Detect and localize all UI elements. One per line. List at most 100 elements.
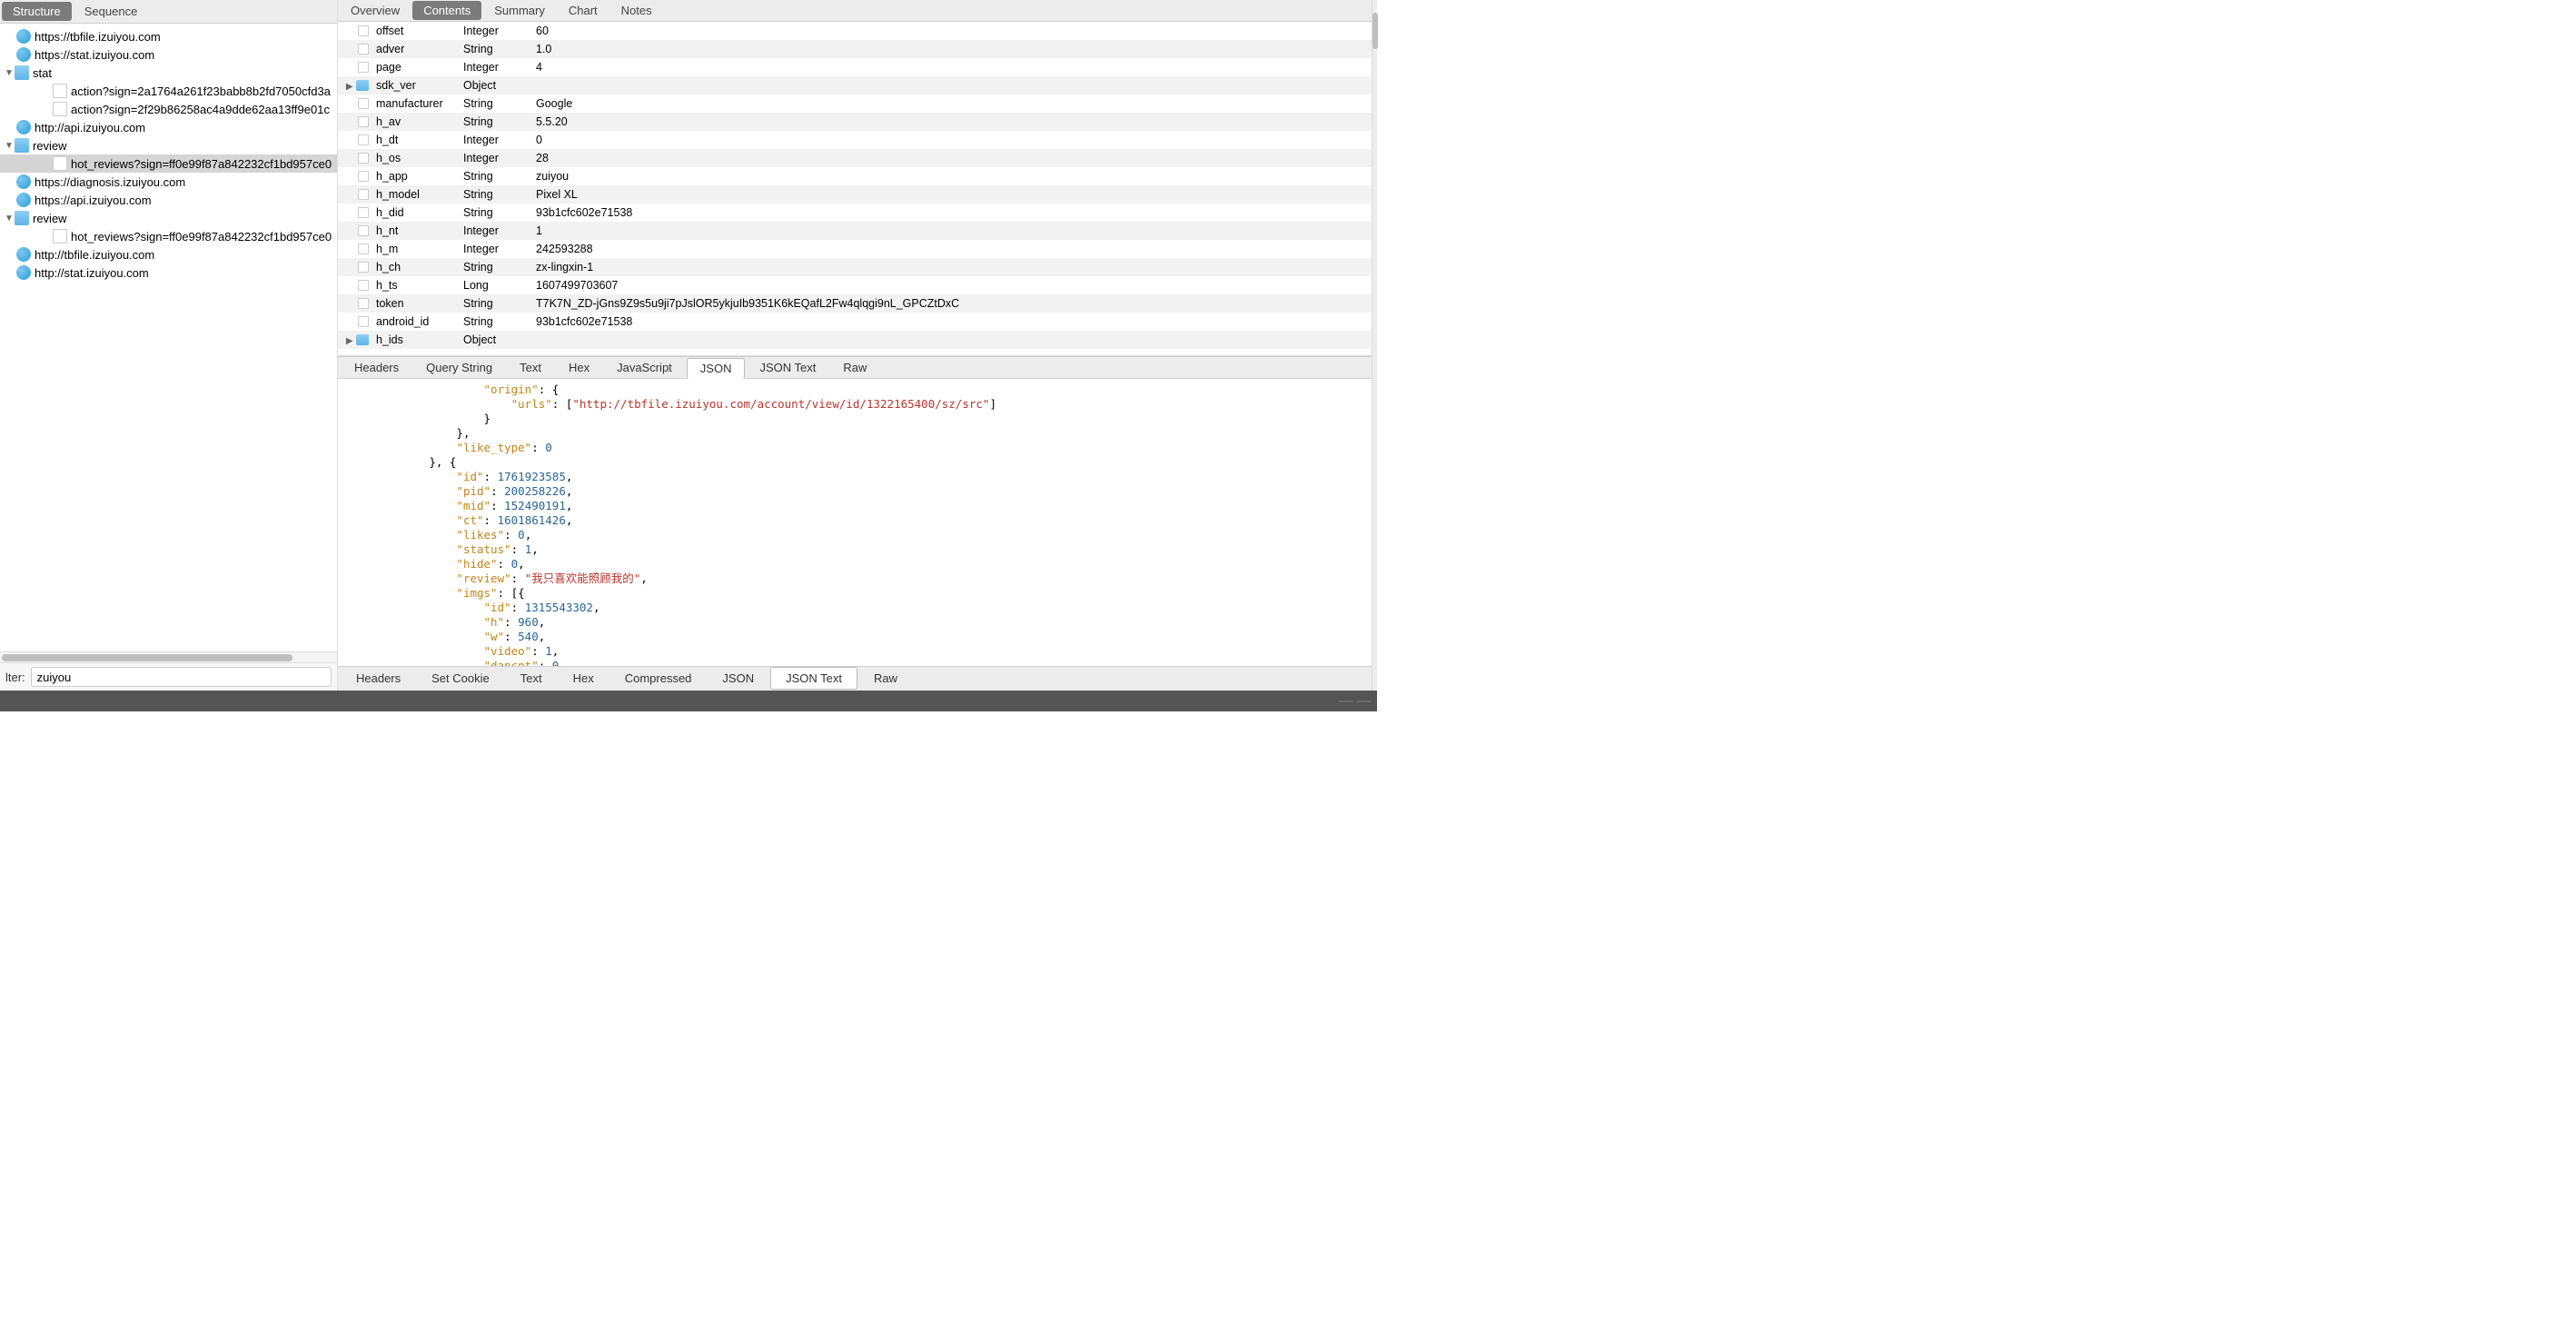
tree-row[interactable]: http://stat.izuiyou.com (0, 263, 337, 282)
resp-tab-json-text[interactable]: JSON Text (770, 667, 857, 690)
prop-value: 5.5.20 (530, 113, 1372, 131)
table-row[interactable]: offsetInteger60 (338, 22, 1372, 40)
file-icon (53, 229, 67, 244)
prop-type: String (458, 113, 530, 131)
folder-icon (15, 138, 29, 153)
globe-icon (16, 247, 31, 262)
table-row[interactable]: pageInteger4 (338, 58, 1372, 76)
tree-label: https://stat.izuiyou.com (35, 48, 154, 62)
sidebar-tab-sequence[interactable]: Sequence (74, 2, 149, 21)
tree-row[interactable]: action?sign=2a1764a261f23babb8b2fd7050cf… (0, 82, 337, 100)
tree-row[interactable]: https://api.izuiyou.com (0, 191, 337, 209)
resp-tab-json[interactable]: JSON (708, 668, 768, 689)
chevron-down-icon[interactable]: ▼ (4, 68, 15, 78)
table-row[interactable]: h_modelStringPixel XL (338, 185, 1372, 204)
req-tab-text[interactable]: Text (507, 358, 554, 377)
prop-key: token (371, 294, 458, 313)
prop-value: 28 (530, 149, 1372, 167)
prop-value: 1.0 (530, 40, 1372, 58)
req-tab-raw[interactable]: Raw (830, 358, 879, 377)
status-button-1[interactable] (1339, 701, 1353, 702)
req-tab-javascript[interactable]: JavaScript (604, 358, 685, 377)
file-icon (358, 25, 369, 36)
table-row[interactable]: h_didString93b1cfc602e71538 (338, 204, 1372, 222)
req-tab-query-string[interactable]: Query String (413, 358, 505, 377)
tree-label: action?sign=2f29b86258ac4a9dde62aa13ff9e… (71, 103, 330, 116)
tree-row[interactable]: action?sign=2f29b86258ac4a9dde62aa13ff9e… (0, 100, 337, 118)
properties-table-wrap[interactable]: offsetInteger60 adverString1.0 pageInteg… (338, 22, 1372, 356)
tree-row[interactable]: https://tbfile.izuiyou.com (0, 27, 337, 45)
req-tab-json-text[interactable]: JSON Text (747, 358, 828, 377)
req-tab-headers[interactable]: Headers (342, 358, 411, 377)
tree-row[interactable]: https://stat.izuiyou.com (0, 45, 337, 64)
chevron-right-icon[interactable]: ▶ (344, 82, 353, 92)
content-tab-notes[interactable]: Notes (610, 1, 663, 20)
hosts-tree[interactable]: https://tbfile.izuiyou.com https://stat.i… (0, 24, 337, 651)
json-viewer[interactable]: "origin": { "urls": ["http://tbfile.izui… (338, 379, 1372, 666)
tree-row[interactable]: http://tbfile.izuiyou.com (0, 245, 337, 263)
tree-row[interactable]: https://diagnosis.izuiyou.com (0, 173, 337, 191)
content-tabbar: OverviewContentsSummaryChartNotes (338, 0, 1372, 22)
content-tab-summary[interactable]: Summary (483, 1, 556, 20)
tree-row[interactable]: hot_reviews?sign=ff0e99f87a842232cf1bd95… (0, 154, 337, 173)
folder-icon (356, 80, 369, 91)
scroll-thumb[interactable] (2, 654, 292, 661)
table-row[interactable]: h_appStringzuiyou (338, 167, 1372, 185)
table-row[interactable]: ▶ h_idsObject (338, 331, 1372, 349)
chevron-down-icon[interactable]: ▼ (4, 141, 15, 151)
tree-row[interactable]: ▼stat (0, 64, 337, 82)
req-tab-json[interactable]: JSON (687, 358, 746, 379)
chevron-right-icon[interactable]: ▶ (344, 336, 353, 346)
resp-tab-text[interactable]: Text (506, 668, 557, 689)
req-tab-hex[interactable]: Hex (556, 358, 602, 377)
table-row[interactable]: tokenStringT7K7N_ZD-jGns9Z9s5u9ji7pJslOR… (338, 294, 1372, 313)
prop-key: offset (371, 22, 458, 40)
content-tab-chart[interactable]: Chart (558, 1, 609, 20)
tree-row[interactable]: http://api.izuiyou.com (0, 118, 337, 136)
file-icon (358, 225, 369, 236)
resp-tab-compressed[interactable]: Compressed (610, 668, 707, 689)
content-v-scroll[interactable] (1372, 0, 1377, 691)
chevron-down-icon[interactable]: ▼ (4, 214, 15, 224)
table-row[interactable]: adverString1.0 (338, 40, 1372, 58)
file-icon (53, 102, 67, 116)
tree-label: http://stat.izuiyou.com (35, 266, 149, 280)
sidebar-tab-structure[interactable]: Structure (2, 2, 72, 21)
resp-tab-set-cookie[interactable]: Set Cookie (417, 668, 504, 689)
table-row[interactable]: h_osInteger28 (338, 149, 1372, 167)
filter-label: lter: (5, 671, 25, 684)
table-row[interactable]: h_ntInteger1 (338, 222, 1372, 240)
table-row[interactable]: manufacturerStringGoogle (338, 94, 1372, 113)
table-row[interactable]: android_idString93b1cfc602e71538 (338, 313, 1372, 331)
sidebar-h-scroll[interactable] (0, 651, 337, 662)
prop-value (530, 331, 1372, 349)
tree-row[interactable]: hot_reviews?sign=ff0e99f87a842232cf1bd95… (0, 227, 337, 245)
file-icon (358, 244, 369, 254)
globe-icon (16, 47, 31, 62)
prop-key: h_app (371, 167, 458, 185)
filter-input[interactable] (31, 667, 332, 687)
resp-tab-raw[interactable]: Raw (859, 668, 912, 689)
table-row[interactable]: h_dtInteger0 (338, 131, 1372, 149)
tree-row[interactable]: ▼review (0, 209, 337, 227)
globe-icon (16, 120, 31, 134)
table-row[interactable]: ▶ sdk_verObject (338, 76, 1372, 94)
table-row[interactable]: h_chStringzx-lingxin-1 (338, 258, 1372, 276)
scroll-thumb[interactable] (1372, 13, 1378, 49)
prop-type: Integer (458, 58, 530, 76)
status-button-2[interactable] (1357, 701, 1372, 702)
file-icon (358, 280, 369, 291)
content-tab-overview[interactable]: Overview (340, 1, 411, 20)
table-row[interactable]: h_avString5.5.20 (338, 113, 1372, 131)
file-icon (358, 316, 369, 327)
prop-key: h_dt (371, 131, 458, 149)
table-row[interactable]: h_tsLong1607499703607 (338, 276, 1372, 294)
prop-key: adver (371, 40, 458, 58)
prop-type: Integer (458, 22, 530, 40)
prop-key: h_ids (371, 331, 458, 349)
tree-row[interactable]: ▼review (0, 136, 337, 154)
table-row[interactable]: h_mInteger242593288 (338, 240, 1372, 258)
resp-tab-headers[interactable]: Headers (342, 668, 415, 689)
content-tab-contents[interactable]: Contents (412, 1, 481, 20)
resp-tab-hex[interactable]: Hex (559, 668, 609, 689)
